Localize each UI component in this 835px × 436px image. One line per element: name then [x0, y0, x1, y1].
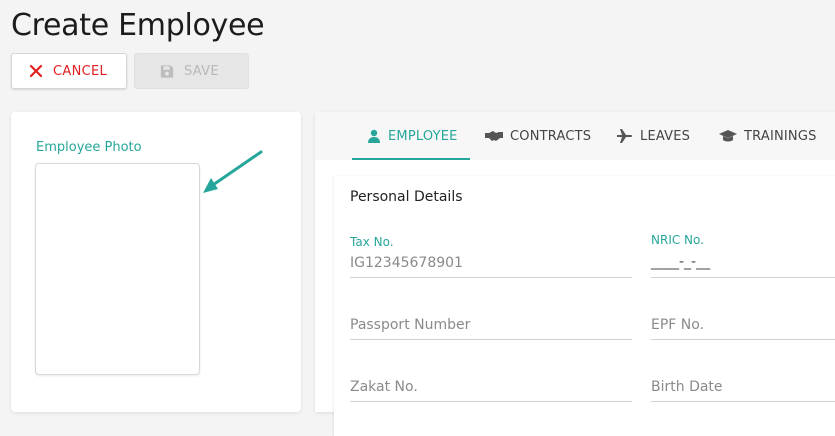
zakat-no-field[interactable]: Zakat No. — [350, 362, 632, 402]
zakat-no-placeholder: Zakat No. — [350, 379, 418, 395]
airplane-icon — [617, 129, 633, 143]
birth-date-field[interactable]: Birth Date — [651, 362, 835, 402]
passport-number-placeholder: Passport Number — [350, 317, 471, 333]
tab-employee[interactable]: EMPLOYEE — [352, 112, 470, 160]
nric-no-value: ____-_-__ — [651, 254, 711, 270]
tab-bar: EMPLOYEE CONTRACTS LEAVES TRAININGS — [315, 112, 835, 160]
nric-no-field[interactable]: NRIC No. ____-_-__ — [651, 232, 835, 278]
birth-date-placeholder: Birth Date — [651, 379, 723, 395]
cancel-label: CANCEL — [53, 63, 108, 79]
epf-no-field[interactable]: EPF No. — [651, 300, 835, 340]
photo-card: Employee Photo — [11, 112, 301, 412]
tax-no-label: Tax No. — [350, 235, 394, 249]
person-icon — [367, 129, 381, 143]
cancel-button[interactable]: CANCEL — [11, 53, 127, 89]
employee-photo-upload[interactable] — [35, 163, 200, 375]
save-button[interactable]: SAVE — [134, 53, 249, 89]
nric-no-label: NRIC No. — [651, 233, 704, 247]
epf-no-placeholder: EPF No. — [651, 317, 705, 333]
tax-no-field[interactable]: Tax No. IG12345678901 — [350, 232, 632, 278]
tab-contracts[interactable]: CONTRACTS — [485, 112, 591, 160]
employee-photo-label: Employee Photo — [36, 140, 142, 155]
tax-no-value: IG12345678901 — [350, 255, 463, 271]
close-icon — [29, 64, 43, 78]
page-title: Create Employee — [11, 8, 265, 43]
employee-form-card: EMPLOYEE CONTRACTS LEAVES TRAININGS Pers… — [315, 112, 835, 436]
graduation-cap-icon — [719, 129, 737, 143]
arrow-annotation — [203, 150, 263, 193]
personal-details-section: Personal Details Tax No. IG12345678901 N… — [334, 176, 835, 436]
tab-label: TRAININGS — [744, 128, 817, 144]
tab-label: LEAVES — [640, 128, 691, 144]
tab-trainings[interactable]: TRAININGS — [719, 112, 817, 160]
save-label: SAVE — [184, 63, 219, 79]
passport-number-field[interactable]: Passport Number — [350, 300, 632, 340]
handshake-icon — [485, 130, 503, 142]
section-title: Personal Details — [350, 189, 463, 205]
tab-label: EMPLOYEE — [388, 128, 458, 144]
floppy-disk-icon — [160, 64, 174, 78]
tab-leaves[interactable]: LEAVES — [617, 112, 690, 160]
tab-label: CONTRACTS — [510, 128, 592, 144]
